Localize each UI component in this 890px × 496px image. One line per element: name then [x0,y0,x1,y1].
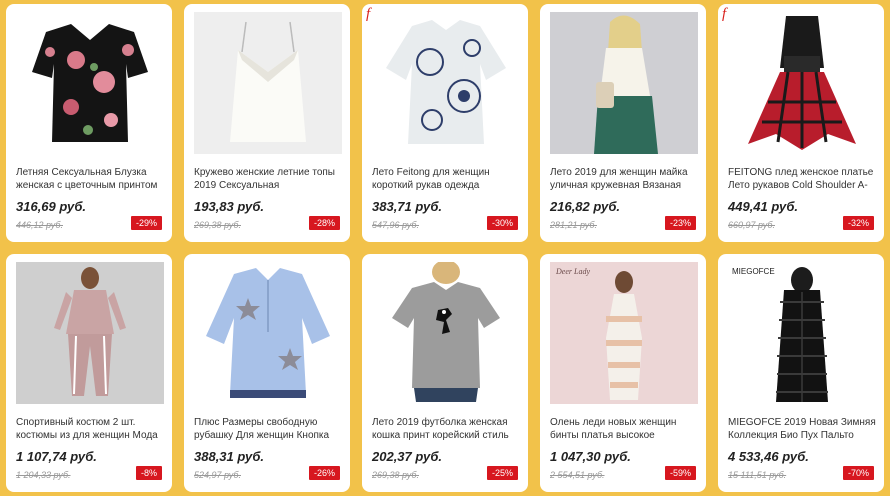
bandage-dress-image[interactable]: Deer Lady [550,262,698,404]
product-old-price: 281,21 руб. [550,220,597,230]
product-old-price: 2 554,51 руб. [550,470,605,480]
discount-badge: -23% [664,216,696,230]
product-title[interactable]: Кружево женские летние топы 2019 Сексуал… [194,166,344,192]
brand-logo: f [366,6,371,22]
discount-badge: -8% [135,466,162,480]
product-old-price: 446,12 руб. [16,220,63,230]
product-title[interactable]: Лето Feitong для женщин короткий рукав о… [372,166,522,192]
product-title[interactable]: Плюс Размеры свободную рубашку Для женщи… [194,416,344,442]
brand-watermark: MIEGOFCE [732,267,775,276]
product-price: 216,82 руб. [550,199,621,214]
product-old-price: 1 204,33 руб. [16,470,71,480]
discount-badge: -28% [308,216,340,230]
product-title[interactable]: Лето 2019 футболка женская кошка принт к… [372,416,522,442]
discount-badge: -26% [308,466,340,480]
tracksuit-image[interactable] [16,262,164,404]
lace-camisole-image[interactable] [194,12,342,154]
product-card[interactable]: f FEITONG плед женское платье Лето рукав… [718,4,884,242]
floral-blouse-image[interactable] [16,12,164,154]
discount-badge: -70% [842,466,874,480]
product-title[interactable]: Олень леди новых женщин бинты платья выс… [550,416,700,442]
product-card[interactable]: Deer Lady Олень леди новых женщин бинты … [540,254,706,492]
product-price: 449,41 руб. [728,199,799,214]
brand-logo: f [722,6,727,22]
puffer-coat-image[interactable]: MIEGOFCE [728,262,876,404]
product-price: 316,69 руб. [16,199,87,214]
woman-lace-top-image[interactable] [550,12,698,154]
product-title[interactable]: Лето 2019 для женщин майка уличная круже… [550,166,700,192]
product-old-price: 524,97 руб. [194,470,241,480]
product-price: 4 533,46 руб. [728,449,809,464]
product-title[interactable]: FEITONG плед женское платье Лето рукавов… [728,166,878,192]
discount-badge: -29% [130,216,162,230]
discount-badge: -32% [842,216,874,230]
printed-tunic-image[interactable] [372,12,520,154]
product-old-price: 15 111,51 руб. [728,470,787,480]
plaid-dress-image[interactable] [728,12,876,154]
product-price: 388,31 руб. [194,449,265,464]
product-card[interactable]: Кружево женские летние топы 2019 Сексуал… [184,4,350,242]
product-old-price: 547,96 руб. [372,220,419,230]
product-card[interactable]: Спортивный костюм 2 шт. костюмы из для ж… [6,254,172,492]
product-card[interactable]: Лето 2019 для женщин майка уличная круже… [540,4,706,242]
discount-badge: -59% [664,466,696,480]
product-card[interactable]: Лето 2019 футболка женская кошка принт к… [362,254,528,492]
product-card[interactable]: f Лето Feitong для женщин короткий рукав… [362,4,528,242]
product-price: 1 047,30 руб. [550,449,631,464]
product-price: 193,83 руб. [194,199,265,214]
cat-tshirt-image[interactable] [372,262,520,404]
product-price: 383,71 руб. [372,199,443,214]
product-old-price: 269,38 руб. [194,220,241,230]
brand-watermark: Deer Lady [555,267,590,276]
product-price: 1 107,74 руб. [16,449,97,464]
product-title[interactable]: Спортивный костюм 2 шт. костюмы из для ж… [16,416,166,442]
discount-badge: -30% [486,216,518,230]
product-price: 202,37 руб. [372,449,443,464]
product-card[interactable]: Плюс Размеры свободную рубашку Для женщи… [184,254,350,492]
blue-shirt-image[interactable] [194,262,342,404]
product-card[interactable]: MIEGOFCE MIEGOFCE 2019 Новая Зимняя Колл… [718,254,884,492]
product-card[interactable]: Летняя Сексуальная Блузка женская с цвет… [6,4,172,242]
product-grid: Летняя Сексуальная Блузка женская с цвет… [6,4,886,494]
product-title[interactable]: Летняя Сексуальная Блузка женская с цвет… [16,166,166,192]
product-old-price: 269,38 руб. [372,470,419,480]
discount-badge: -25% [486,466,518,480]
product-title[interactable]: MIEGOFCE 2019 Новая Зимняя Коллекция Био… [728,416,878,442]
product-old-price: 660,97 руб. [728,220,775,230]
